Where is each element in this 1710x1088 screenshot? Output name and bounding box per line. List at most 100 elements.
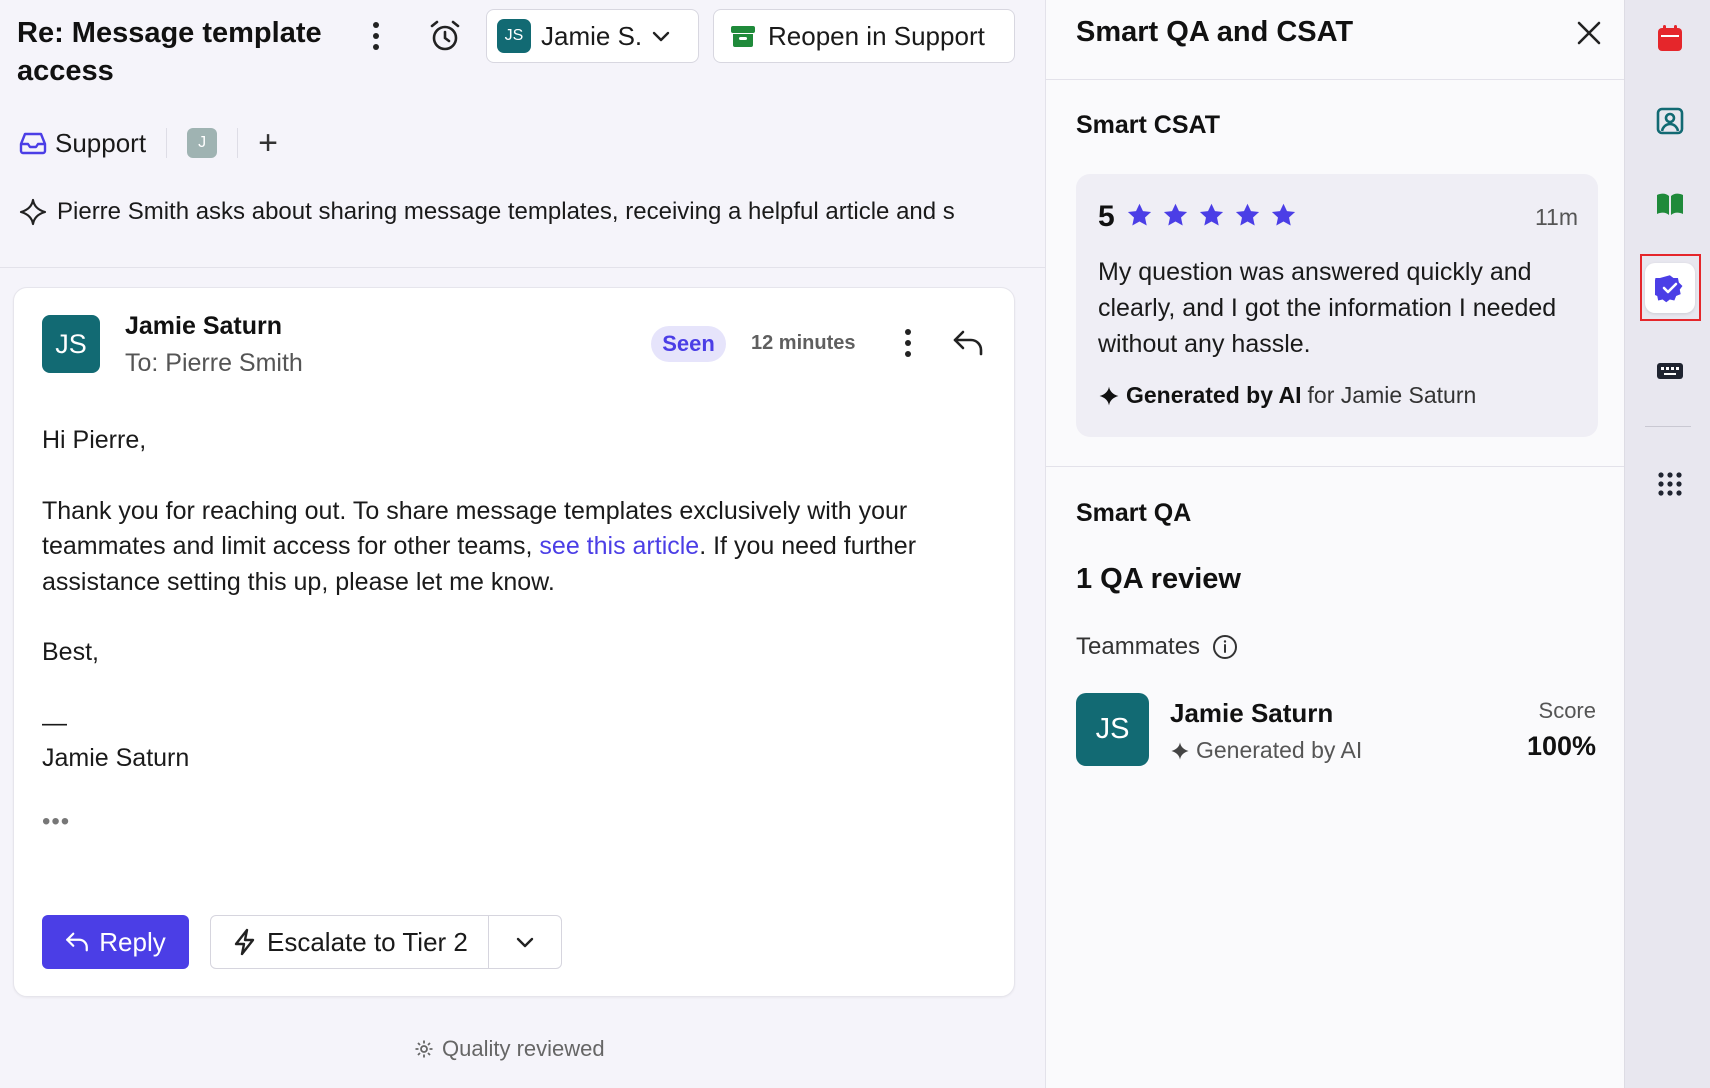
message-card: JS Jamie Saturn To: Pierre Smith Seen 12… [13, 287, 1015, 997]
more-options-button[interactable] [360, 16, 392, 56]
escalate-split-button: Escalate to Tier 2 [210, 915, 562, 969]
star-icon [1127, 203, 1152, 226]
book-icon [1657, 193, 1683, 215]
signature-name: Jamie Saturn [42, 744, 190, 772]
message-paragraph: Thank you for reaching out. To share mes… [42, 494, 997, 601]
keyboard-icon [1657, 363, 1683, 379]
reply-button[interactable]: Reply [42, 915, 189, 969]
reply-icon-button[interactable] [949, 324, 987, 362]
apps-grid-icon [1658, 472, 1682, 496]
sparkle-icon [1171, 741, 1189, 760]
chevron-down-icon [652, 31, 670, 42]
knowledge-rail-button[interactable] [1645, 179, 1695, 229]
star-icon [1199, 203, 1224, 226]
close-icon [1577, 21, 1601, 45]
divider [0, 267, 1045, 268]
teammate-name: Jamie Saturn [1170, 698, 1334, 728]
escalate-button[interactable]: Escalate to Tier 2 [211, 916, 488, 968]
escalate-label: Escalate to Tier 2 [267, 926, 468, 957]
sender-name: Jamie Saturn [125, 312, 283, 340]
star-icon [1163, 203, 1188, 226]
generated-for: for Jamie Saturn [1307, 382, 1477, 408]
divider [237, 128, 239, 158]
recipient: To: Pierre Smith [125, 349, 303, 377]
inbox-selector[interactable]: Support [19, 128, 146, 159]
apps-rail-button[interactable] [1645, 459, 1695, 509]
snooze-button[interactable] [424, 16, 466, 56]
quality-label: Quality reviewed [442, 1036, 605, 1061]
reopen-label: Reopen in Support [768, 20, 985, 51]
signoff: Best, [42, 638, 99, 666]
teammate-generated-note: Generated by AI [1170, 737, 1362, 764]
divider [1046, 466, 1625, 467]
info-icon[interactable] [1212, 634, 1238, 660]
greeting: Hi Pierre, [42, 426, 147, 454]
teammates-row: Teammates [1076, 633, 1238, 661]
conversation-meta-row: Support J + [19, 124, 278, 162]
smart-qa-panel: Smart QA and CSAT Smart CSAT 5 11m My qu… [1045, 0, 1625, 1088]
teammate-generated-label: Generated by AI [1196, 737, 1363, 763]
message-options-button[interactable] [894, 324, 922, 362]
article-link[interactable]: see this article [539, 532, 699, 560]
kebab-icon [905, 329, 911, 357]
assignee-dropdown[interactable]: JS Jamie S. [486, 9, 699, 63]
reply-arrow-icon [66, 932, 89, 952]
contact-card-icon [1656, 107, 1684, 135]
add-participant-button[interactable]: + [258, 126, 278, 160]
escalate-dropdown-button[interactable] [489, 916, 561, 968]
chevron-down-icon [516, 937, 534, 948]
smart-csat-heading: Smart CSAT [1076, 111, 1221, 139]
smart-qa-heading: Smart QA [1076, 499, 1192, 527]
alarm-clock-icon [430, 20, 460, 51]
calendar-rail-button[interactable] [1645, 13, 1695, 63]
reply-arrow-icon [953, 330, 983, 356]
assignee-avatar: JS [497, 19, 531, 53]
message-body: Hi Pierre, Thank you for reaching out. T… [42, 423, 997, 812]
quality-reviewed-note: Quality reviewed [414, 1036, 605, 1062]
assignee-name: Jamie S. [541, 20, 643, 51]
teammates-label: Teammates [1076, 633, 1201, 660]
seen-badge: Seen [651, 326, 726, 362]
star-rating [1126, 202, 1297, 229]
message-time: 12 minutes [751, 332, 856, 354]
star-icon [1235, 203, 1260, 226]
csat-card: 5 11m My question was answered quickly a… [1076, 174, 1598, 437]
divider [1046, 79, 1625, 80]
score-label: Score [1538, 698, 1596, 723]
csat-quote: My question was answered quickly and cle… [1098, 258, 1557, 358]
lightning-icon [234, 928, 255, 956]
csat-time: 11m [1534, 204, 1578, 230]
close-panel-button[interactable] [1570, 14, 1608, 52]
reopen-in-support-button[interactable]: Reopen in Support [713, 9, 1015, 63]
calendar-icon [1658, 25, 1682, 51]
conversation-title: Re: Message template access [17, 17, 322, 87]
archive-box-icon [731, 26, 755, 47]
kebab-icon [373, 22, 379, 50]
selection-highlight [1640, 254, 1701, 321]
contact-rail-button[interactable] [1645, 96, 1695, 146]
app-icon-rail [1624, 0, 1710, 1088]
inbox-tray-icon [19, 132, 47, 155]
csat-score: 5 [1098, 200, 1115, 233]
conversation-pane: Re: Message template access JS Jamie S. … [0, 0, 1045, 1088]
generated-bold: Generated by AI [1126, 382, 1302, 408]
summary-text: Pierre Smith asks about sharing message … [57, 198, 955, 225]
teammate-avatar: JS [1076, 693, 1149, 766]
shortcuts-rail-button[interactable] [1645, 346, 1695, 396]
reply-label: Reply [99, 926, 166, 957]
signature-dash: — [42, 708, 67, 737]
star-icon [1271, 203, 1296, 226]
score-value: 100% [1526, 731, 1596, 761]
ai-summary: Pierre Smith asks about sharing message … [19, 194, 1019, 230]
divider [1645, 426, 1691, 427]
sparkle-icon [1099, 386, 1119, 405]
panel-title: Smart QA and CSAT [1076, 16, 1354, 48]
divider [166, 128, 168, 158]
sparkle-icon [19, 198, 47, 226]
qa-review-count: 1 QA review [1076, 563, 1241, 595]
inbox-label: Support [55, 127, 147, 158]
participant-chip[interactable]: J [187, 128, 218, 158]
sender-avatar: JS [42, 315, 100, 373]
show-more-button[interactable]: ••• [42, 808, 70, 836]
gear-icon [415, 1040, 433, 1058]
